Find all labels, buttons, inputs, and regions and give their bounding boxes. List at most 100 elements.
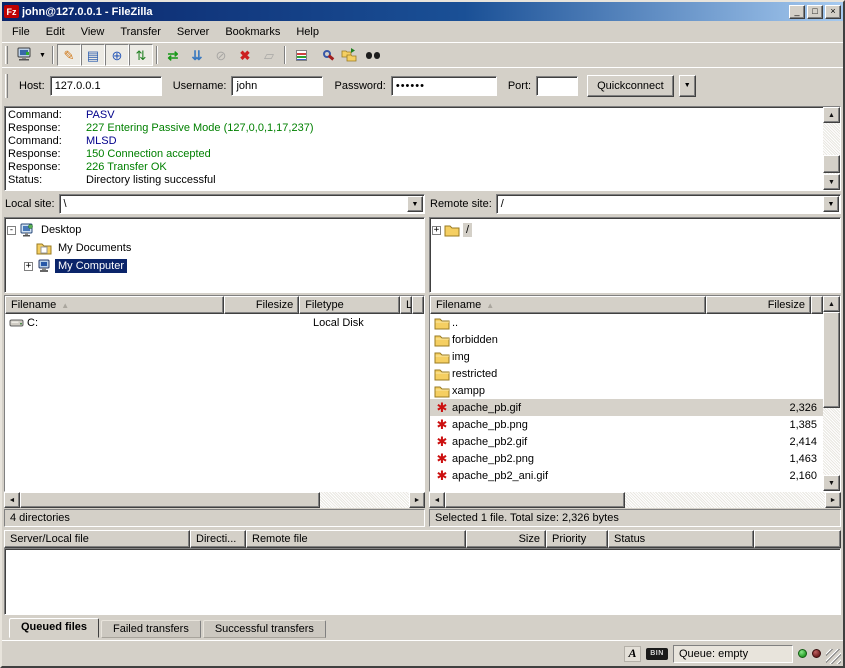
column-header-remote-file[interactable]: Remote file — [246, 530, 466, 548]
tree-item-my-documents[interactable]: My Documents — [7, 239, 422, 257]
process-queue-button[interactable]: ⇊ — [185, 44, 209, 66]
maximize-button[interactable]: □ — [807, 5, 823, 19]
file-row[interactable]: .. — [430, 314, 823, 331]
scroll-right-icon[interactable]: ► — [409, 492, 425, 508]
menu-edit[interactable]: Edit — [38, 23, 73, 41]
menu-help[interactable]: Help — [288, 23, 327, 41]
toolbar-grip[interactable] — [5, 46, 8, 64]
column-header-filename[interactable]: Filename▲ — [430, 296, 706, 314]
scroll-up-icon[interactable]: ▲ — [823, 296, 840, 312]
menu-view[interactable]: View — [73, 23, 113, 41]
host-input[interactable] — [50, 76, 162, 96]
menu-bookmarks[interactable]: Bookmarks — [217, 23, 288, 41]
tab-successful-transfers[interactable]: Successful transfers — [203, 620, 326, 638]
tree-item-desktop[interactable]: - Desktop — [7, 221, 422, 239]
scroll-thumb[interactable] — [20, 492, 320, 508]
resize-grip[interactable] — [826, 649, 841, 664]
binary-indicator-icon[interactable]: BIN — [646, 648, 668, 660]
remote-site-value[interactable]: / — [497, 198, 823, 210]
quickconnect-dropdown-icon[interactable]: ▼ — [679, 75, 696, 97]
collapse-icon[interactable]: - — [7, 226, 16, 235]
ascii-mode-icon[interactable]: A — [624, 646, 641, 662]
tab-failed-transfers[interactable]: Failed transfers — [101, 620, 201, 638]
quickconnect-button[interactable]: Quickconnect — [587, 75, 674, 97]
scroll-thumb[interactable] — [823, 155, 840, 173]
tree-item-label[interactable]: / — [463, 223, 472, 237]
toggle-remote-tree-button[interactable]: ⊕ — [105, 44, 129, 66]
site-manager-button[interactable] — [12, 44, 36, 66]
local-horizontal-scrollbar[interactable]: ◄ ► — [4, 492, 425, 508]
file-row[interactable]: ✱apache_pb.gif2,326 — [430, 399, 823, 416]
scroll-track[interactable] — [445, 492, 825, 508]
local-site-combo[interactable]: \ ▼ — [59, 194, 425, 214]
remote-tree[interactable]: + / — [429, 217, 841, 293]
local-tree[interactable]: - Desktop My Documents + My Computer — [4, 217, 425, 293]
scroll-up-icon[interactable]: ▲ — [823, 107, 840, 123]
quickconnect-grip[interactable] — [5, 74, 8, 98]
abort-button[interactable]: ▱ — [257, 44, 281, 66]
file-row[interactable]: ✱apache_pb2.gif2,414 — [430, 433, 823, 450]
port-input[interactable] — [536, 76, 578, 96]
column-header-directi[interactable]: Directi... — [190, 530, 246, 548]
column-header-filesize[interactable]: Filesize — [706, 296, 811, 314]
column-header-l[interactable]: L — [400, 296, 412, 314]
remote-list-body[interactable]: .. forbidden img restricted xampp✱apache… — [430, 314, 823, 491]
toggle-queue-button[interactable]: ⇅ — [129, 44, 153, 66]
chevron-down-icon[interactable]: ▼ — [823, 196, 839, 212]
synchronized-browsing-button[interactable] — [337, 44, 361, 66]
file-row[interactable]: C: Local Disk — [5, 314, 424, 331]
file-row[interactable]: ✱apache_pb.png1,385 — [430, 416, 823, 433]
remote-horizontal-scrollbar[interactable]: ◄ ► — [429, 492, 841, 508]
scroll-track[interactable] — [20, 492, 409, 508]
site-manager-dropdown-icon[interactable]: ▼ — [36, 44, 49, 66]
scroll-down-icon[interactable]: ▼ — [823, 174, 840, 190]
scroll-left-icon[interactable]: ◄ — [429, 492, 445, 508]
cancel-operation-button[interactable]: ⊘ — [209, 44, 233, 66]
scroll-right-icon[interactable]: ► — [825, 492, 841, 508]
disconnect-button[interactable]: ✖ — [233, 44, 257, 66]
chevron-down-icon[interactable]: ▼ — [407, 196, 423, 212]
menu-transfer[interactable]: Transfer — [112, 23, 169, 41]
remote-site-combo[interactable]: / ▼ — [496, 194, 841, 214]
file-row[interactable]: ✱apache_pb2_ani.gif2,160 — [430, 467, 823, 484]
scroll-thumb[interactable] — [445, 492, 625, 508]
menu-file[interactable]: File — [4, 23, 38, 41]
close-button[interactable]: × — [825, 5, 841, 19]
expand-icon[interactable]: + — [432, 226, 441, 235]
tree-item-label[interactable]: My Documents — [55, 241, 134, 255]
column-header-server-local-file[interactable]: Server/Local file — [4, 530, 190, 548]
file-row[interactable]: restricted — [430, 365, 823, 382]
find-files-button[interactable] — [361, 44, 385, 66]
column-header-priority[interactable]: Priority — [546, 530, 608, 548]
password-input[interactable] — [391, 76, 497, 96]
scroll-thumb[interactable] — [823, 312, 840, 408]
expand-icon[interactable]: + — [24, 262, 33, 271]
tree-item-root[interactable]: + / — [432, 221, 838, 239]
file-row[interactable]: xampp — [430, 382, 823, 399]
column-header-status[interactable]: Status — [608, 530, 754, 548]
tree-item-my-computer[interactable]: + My Computer — [7, 257, 422, 275]
file-row[interactable]: ✱apache_pb2.png1,463 — [430, 450, 823, 467]
toggle-local-tree-button[interactable]: ▤ — [81, 44, 105, 66]
username-input[interactable] — [231, 76, 323, 96]
toggle-message-log-button[interactable]: ✎ — [57, 44, 81, 66]
tree-item-label[interactable]: Desktop — [38, 223, 84, 237]
local-list-body[interactable]: C: Local Disk — [5, 314, 424, 491]
local-site-value[interactable]: \ — [60, 198, 407, 210]
file-row[interactable]: img — [430, 348, 823, 365]
refresh-button[interactable]: ⇄ — [161, 44, 185, 66]
compare-button[interactable] — [313, 44, 337, 66]
scroll-left-icon[interactable]: ◄ — [4, 492, 20, 508]
remote-vertical-scrollbar[interactable]: ▲ ▼ — [823, 296, 840, 491]
queue-body[interactable] — [4, 548, 841, 615]
scroll-track[interactable] — [823, 312, 840, 475]
file-row[interactable]: forbidden — [430, 331, 823, 348]
filter-button[interactable] — [289, 44, 313, 66]
minimize-button[interactable]: _ — [789, 5, 805, 19]
tree-item-label[interactable]: My Computer — [55, 259, 127, 273]
column-header-filesize[interactable]: Filesize — [224, 296, 300, 314]
title-bar[interactable]: Fz john@127.0.0.1 - FileZilla _ □ × — [2, 2, 843, 21]
scroll-track[interactable] — [823, 123, 840, 174]
scroll-down-icon[interactable]: ▼ — [823, 475, 840, 491]
column-header-filename[interactable]: Filename▲ — [5, 296, 224, 314]
